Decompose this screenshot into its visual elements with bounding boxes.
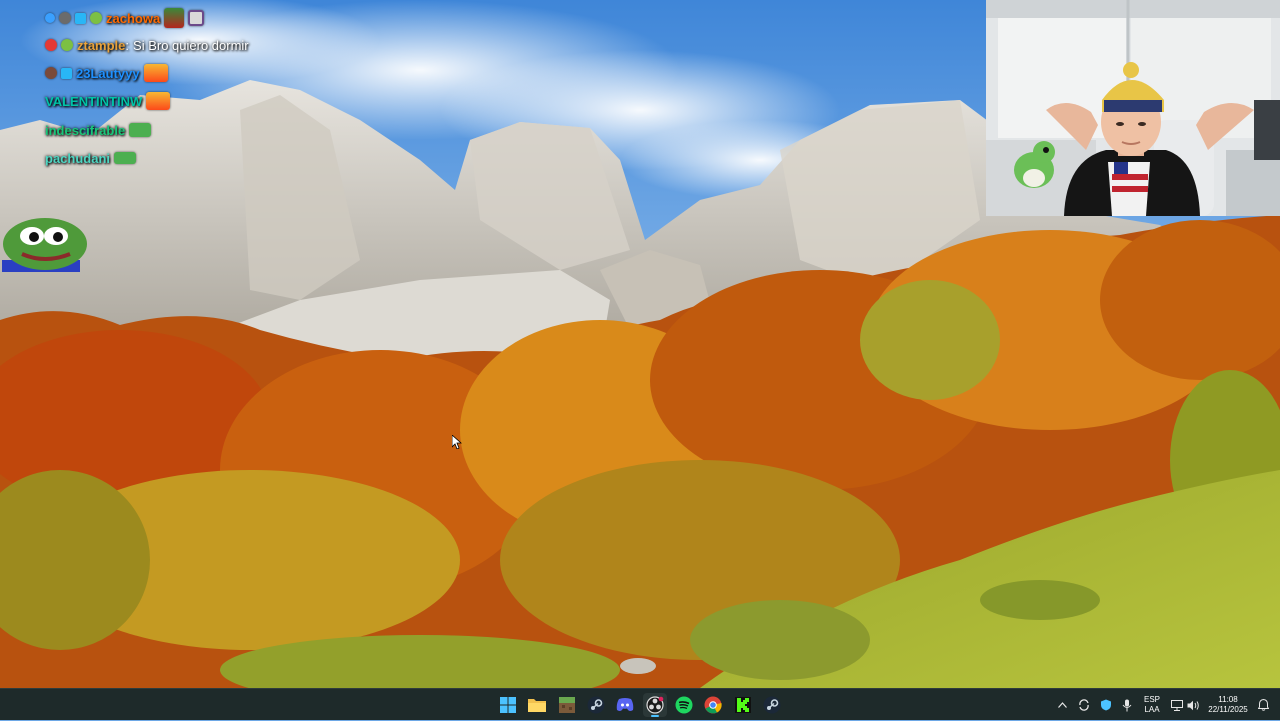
mouse-pointer-icon [452,435,462,449]
frog-badge-icon [90,12,102,24]
keyboard-layout: LAA [1144,705,1160,714]
discord-icon[interactable] [613,693,637,717]
network-icon[interactable] [1170,689,1184,721]
badge-icon [61,67,72,79]
chat-username[interactable]: indescifrable [45,123,125,138]
chat-username[interactable]: VALENTINTINW [45,94,142,109]
spotify-icon[interactable] [672,693,696,717]
windows-start-icon[interactable] [496,693,520,717]
steam-icon[interactable] [584,693,608,717]
badge-icon [45,67,57,79]
chat-message: ztample: Si Bro quiero dormir [45,33,249,57]
steam-icon[interactable] [760,693,784,717]
language-code: ESP [1143,695,1160,704]
taskbar: ESP LAA 11:08 22/11/2025 [0,688,1280,720]
emote-icon [129,123,152,137]
webcam-feed [986,0,1280,216]
chevron-up-icon[interactable] [1055,689,1069,721]
active-indicator [651,715,659,717]
volume-icon[interactable] [1186,689,1200,721]
clock-date: 22/11/2025 [1208,705,1248,714]
obs-studio-icon[interactable] [643,693,667,717]
clock-time: 11:08 [1218,695,1238,704]
file-explorer-icon[interactable] [525,693,549,717]
minecraft-icon[interactable] [555,693,579,717]
chat-message-text: Si Bro quiero dormir [133,37,249,53]
pepe-emote-icon [164,8,185,28]
chat-username[interactable]: ztample [77,38,125,53]
stream-chat-overlay: zachowa ztample: Si Bro quiero dormir 23… [0,0,300,200]
chat-username[interactable]: 23Lautyyy [76,66,140,81]
security-shield-icon[interactable] [1098,689,1114,721]
chat-message: 23Lautyyy [45,61,168,85]
frog-badge-icon [61,39,73,51]
clock[interactable]: 11:08 22/11/2025 [1202,695,1254,715]
sunset-emote-icon [143,64,168,82]
chat-message: VALENTINTINW [45,89,171,113]
chrome-icon[interactable] [701,693,725,717]
emote-icon [188,10,205,26]
language-indicator[interactable]: ESP LAA [1139,695,1165,715]
kick-icon[interactable] [731,693,755,717]
chat-username[interactable]: pachudani [45,151,110,166]
chat-message: zachowa [45,6,205,30]
notification-bell-icon[interactable] [1256,689,1270,721]
chat-message: indescifrable [45,118,152,142]
badge-icon [45,39,57,51]
chat-separator: : [125,37,130,53]
sword-badge-icon [45,13,55,23]
badge-icon [59,12,71,24]
emote-icon [114,152,137,164]
chat-message: pachudani [45,146,137,170]
sync-icon[interactable] [1076,689,1092,721]
microphone-icon[interactable] [1119,689,1135,721]
badge-icon [75,12,86,24]
pepe-emote-icon [2,218,87,272]
chat-username[interactable]: zachowa [106,11,160,26]
sunset-emote-icon [146,92,171,110]
